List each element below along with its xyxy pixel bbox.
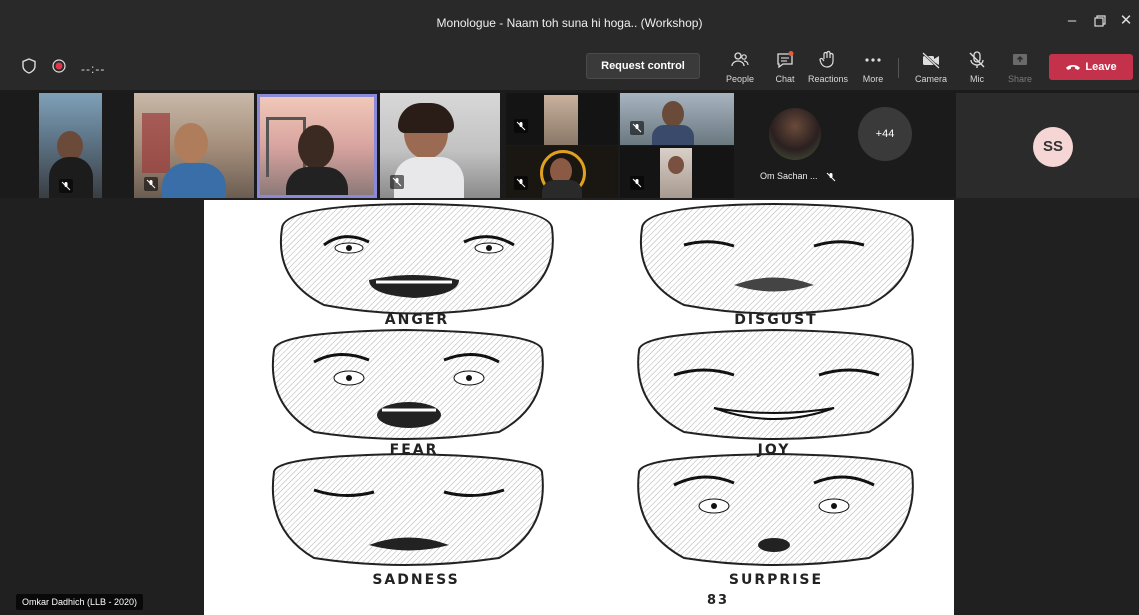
mic-off-icon — [514, 176, 528, 190]
phone-hangup-icon — [1066, 65, 1081, 71]
mic-off-icon — [514, 119, 528, 133]
fear-face — [271, 328, 544, 440]
leave-button[interactable]: Leave — [1049, 54, 1133, 80]
participant-name: Om Sachan ... — [760, 171, 818, 181]
share-icon — [1013, 54, 1027, 65]
active-speaker-video-tile[interactable] — [257, 94, 377, 198]
surprise-face — [637, 452, 914, 566]
avatar-initials: SS — [1033, 127, 1073, 167]
more-button[interactable]: More — [856, 48, 890, 86]
minimize-icon[interactable]: – — [1060, 10, 1084, 32]
emotion-label: JOY — [757, 442, 791, 458]
emotion-label: ANGER — [384, 312, 450, 328]
mic-off-icon — [630, 121, 644, 135]
page-number: 83 — [706, 593, 730, 608]
people-button[interactable]: People — [722, 48, 758, 86]
mic-off-icon — [630, 176, 644, 190]
joy-face — [637, 328, 914, 440]
recording-icon — [52, 59, 66, 78]
camera-button[interactable]: Camera — [912, 48, 950, 86]
camera-label: Camera — [914, 74, 947, 84]
mic-off-icon — [826, 172, 836, 182]
participant-video-tile[interactable] — [39, 93, 102, 198]
mic-button[interactable]: Mic — [962, 48, 992, 86]
chat-icon — [777, 51, 794, 69]
mic-off-icon — [59, 179, 73, 193]
overflow-participants-button[interactable]: +44 — [858, 107, 912, 161]
mic-off-icon — [969, 51, 985, 68]
share-button[interactable]: Share — [1004, 48, 1036, 86]
shared-screen[interactable]: ANGER DISGUST FEAR JOY SADNESS SURPRISE … — [204, 200, 954, 615]
meeting-timer: --:-- — [81, 62, 106, 76]
reactions-button[interactable]: Reactions — [808, 48, 848, 86]
disgust-face — [640, 202, 914, 315]
people-label: People — [725, 74, 755, 84]
chat-label: Chat — [775, 74, 795, 84]
participant-video-tile[interactable] — [506, 93, 618, 145]
mic-off-icon — [390, 175, 404, 189]
window-title: Monologue - Naam toh suna hi hoga.. (Wor… — [436, 16, 703, 30]
request-control-button[interactable]: Request control — [586, 53, 700, 79]
emotion-label: FEAR — [389, 442, 439, 458]
reactions-label: Reactions — [808, 74, 849, 84]
restore-icon[interactable] — [1088, 10, 1112, 32]
toolbar-divider — [898, 58, 899, 78]
reactions-icon — [819, 50, 834, 68]
presenter-name-tag: Omkar Dadhich (LLB - 2020) — [16, 594, 144, 610]
mic-off-icon — [144, 177, 158, 191]
shield-icon[interactable] — [22, 58, 36, 79]
camera-off-icon — [922, 52, 940, 69]
mic-label: Mic — [970, 74, 984, 84]
share-label: Share — [1007, 74, 1033, 84]
participant-avatar-tile[interactable]: Om Sachan ... — [740, 93, 850, 198]
participant-video-tile[interactable] — [506, 146, 618, 198]
more-label: More — [862, 74, 884, 84]
participant-video-tile[interactable] — [380, 93, 500, 198]
title-bar: Monologue - Naam toh suna hi hoga.. (Wor… — [0, 0, 1139, 44]
chat-button[interactable]: Chat — [768, 48, 802, 86]
participant-video-tile[interactable] — [620, 146, 734, 198]
emotion-label: DISGUST — [734, 312, 818, 328]
close-icon[interactable]: ✕ — [1114, 10, 1138, 32]
people-icon — [731, 52, 749, 67]
avatar — [769, 108, 821, 160]
sadness-face — [271, 452, 544, 566]
emotion-label: SURPRISE — [728, 572, 824, 588]
anger-face — [280, 202, 554, 315]
participant-video-tile[interactable] — [620, 93, 734, 145]
participant-video-tile[interactable] — [134, 93, 254, 198]
participant-avatar-tile[interactable]: SS — [956, 93, 1139, 198]
more-icon — [865, 58, 881, 62]
emotions-faces-illustration — [271, 202, 914, 566]
emotion-label: SADNESS — [372, 572, 460, 588]
leave-label: Leave — [1085, 61, 1117, 73]
